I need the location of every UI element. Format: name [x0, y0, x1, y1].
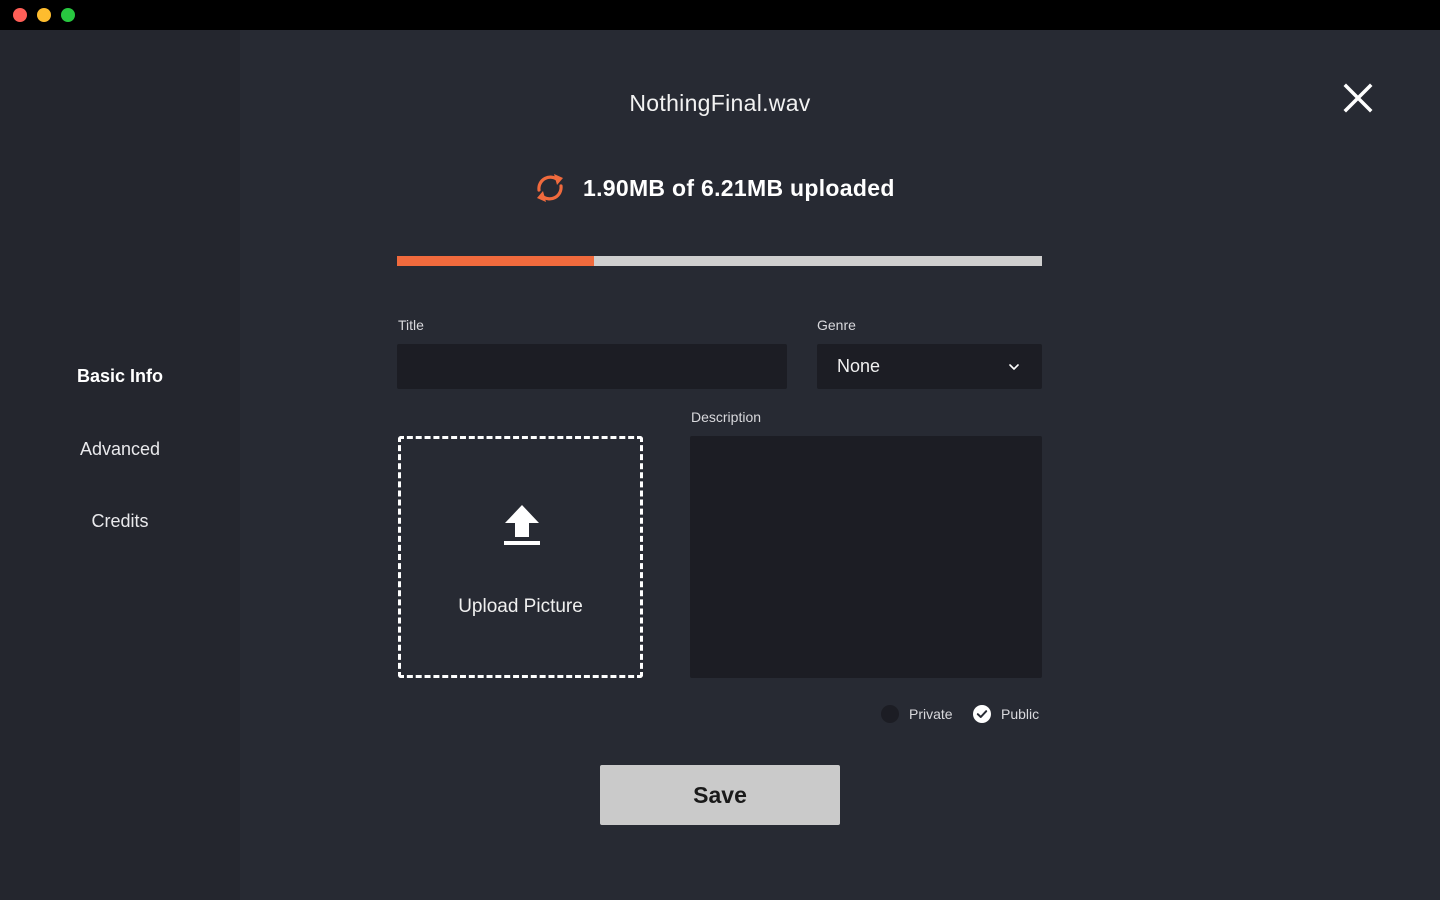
- check-circle-icon: [973, 705, 991, 723]
- upload-status: 1.90MB of 6.21MB uploaded: [530, 168, 895, 208]
- sidebar-item-credits[interactable]: Credits: [0, 511, 240, 532]
- title-label: Title: [398, 317, 424, 333]
- maximize-window-button[interactable]: [61, 8, 75, 22]
- sync-icon: [537, 174, 563, 202]
- minimize-window-button[interactable]: [37, 8, 51, 22]
- close-button[interactable]: [1338, 78, 1378, 118]
- upload-status-text: 1.90MB of 6.21MB uploaded: [583, 174, 895, 201]
- radio-unchecked-icon: [881, 705, 899, 723]
- upload-icon: [504, 505, 540, 545]
- upload-picture-dropzone[interactable]: Upload Picture: [398, 436, 643, 678]
- description-textarea[interactable]: [690, 436, 1042, 678]
- upload-progress-bar: [397, 256, 1042, 266]
- genre-select[interactable]: None: [817, 344, 1042, 389]
- upload-progress-fill: [397, 256, 595, 266]
- chevron-down-icon: [1009, 363, 1019, 370]
- close-window-button[interactable]: [13, 8, 27, 22]
- genre-selected-value: None: [837, 356, 881, 376]
- description-label: Description: [691, 409, 762, 425]
- close-icon: [1343, 83, 1373, 113]
- window-titlebar: [0, 0, 1440, 30]
- save-button[interactable]: Save: [600, 765, 840, 825]
- sidebar-item-basic-info[interactable]: Basic Info: [0, 366, 240, 387]
- genre-label: Genre: [817, 317, 856, 333]
- visibility-public-radio[interactable]: Public: [973, 704, 1039, 724]
- private-label: Private: [909, 706, 953, 722]
- file-name-title: NothingFinal.wav: [629, 90, 811, 116]
- sidebar: Basic Info Advanced Credits: [0, 30, 240, 900]
- title-input[interactable]: [397, 344, 787, 389]
- upload-window: Basic Info Advanced Credits NothingFinal…: [0, 30, 1440, 900]
- public-label: Public: [1001, 706, 1040, 722]
- sidebar-item-advanced[interactable]: Advanced: [0, 439, 240, 460]
- upload-picture-label: Upload Picture: [458, 596, 583, 617]
- visibility-private-radio[interactable]: Private: [881, 704, 953, 724]
